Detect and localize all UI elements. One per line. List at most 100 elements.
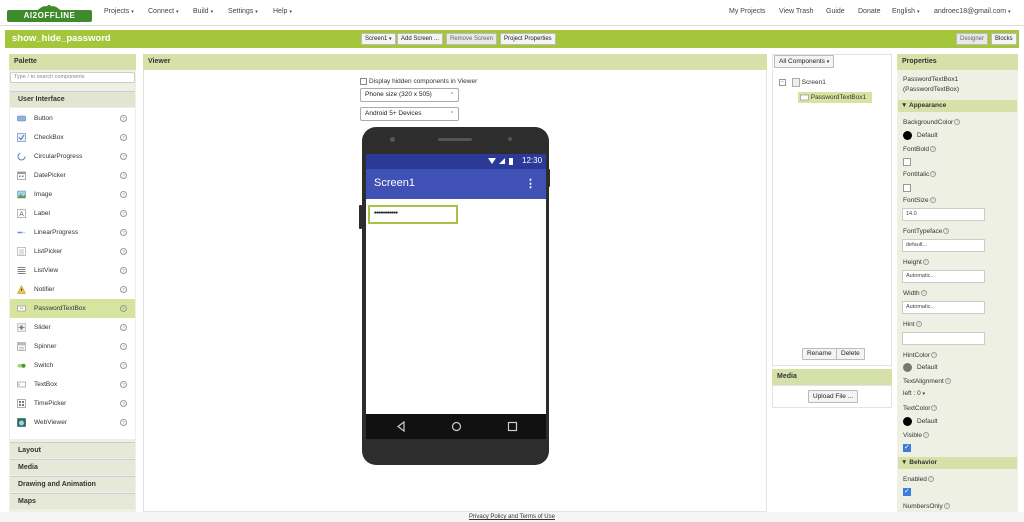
- section-drawing-and-animation[interactable]: Drawing and Animation: [10, 476, 135, 492]
- view-trash-link[interactable]: View Trash: [779, 8, 814, 15]
- help-icon[interactable]: ?: [120, 419, 127, 426]
- phone-screen[interactable]: 12:30 Screen1 ⋮ ••••••••••••: [366, 154, 546, 414]
- help-icon[interactable]: ?: [120, 362, 127, 369]
- tree-item-passwordtextbox1[interactable]: PasswordTextBox1: [798, 92, 872, 103]
- help-icon[interactable]: ?: [120, 172, 127, 179]
- visible-checkbox[interactable]: [903, 443, 911, 452]
- display-hidden-checkbox[interactable]: [360, 78, 367, 85]
- add-screen-button[interactable]: Add Screen ...: [397, 33, 444, 45]
- back-icon[interactable]: [396, 421, 406, 432]
- prop-textcolor-value[interactable]: Default: [917, 418, 938, 425]
- palette-item-timepicker[interactable]: TimePicker ?: [10, 394, 135, 413]
- palette-item-webviewer[interactable]: WebViewer ?: [10, 413, 135, 432]
- enabled-checkbox[interactable]: [903, 487, 911, 496]
- guide-link[interactable]: Guide: [826, 8, 845, 15]
- help-icon[interactable]: ?: [120, 286, 127, 293]
- home-icon[interactable]: [451, 421, 462, 432]
- palette-item-textbox[interactable]: TextBox ?: [10, 375, 135, 394]
- blocks-button[interactable]: Blocks: [991, 33, 1017, 45]
- help-icon[interactable]: ?: [954, 119, 961, 125]
- delete-button[interactable]: Delete: [836, 348, 865, 360]
- help-icon[interactable]: ?: [943, 503, 950, 509]
- section-behavior[interactable]: ▼ Behavior: [898, 457, 1017, 469]
- menu-build[interactable]: Build ▾: [193, 8, 213, 15]
- section-media[interactable]: Media: [10, 459, 135, 475]
- palette-item-label[interactable]: A Label ?: [10, 204, 135, 223]
- display-hidden-toggle[interactable]: Display hidden components in Viewer: [360, 78, 477, 85]
- palette-item-passwordtextbox[interactable]: ** PasswordTextBox ?: [10, 299, 135, 318]
- height-input[interactable]: Automatic...: [902, 270, 985, 283]
- help-icon[interactable]: ?: [120, 248, 127, 255]
- fontitalic-checkbox[interactable]: [903, 184, 911, 192]
- palette-item-datepicker[interactable]: DatePicker ?: [10, 166, 135, 185]
- palette-item-listview[interactable]: ListView ?: [10, 261, 135, 280]
- help-icon[interactable]: ?: [120, 191, 127, 198]
- help-icon[interactable]: ?: [943, 228, 950, 234]
- upload-file-button[interactable]: Upload File ...: [808, 390, 859, 403]
- phone-size-select[interactable]: Phone size (320 x 505) ⌃: [360, 88, 459, 102]
- palette-item-switch[interactable]: Switch ?: [10, 356, 135, 375]
- help-icon[interactable]: ?: [120, 115, 127, 122]
- section-appearance[interactable]: ▼ Appearance: [898, 100, 1017, 112]
- palette-item-linearprogress[interactable]: LinearProgress ?: [10, 223, 135, 242]
- collapse-icon[interactable]: −: [779, 79, 786, 86]
- menu-settings[interactable]: Settings ▾: [228, 8, 258, 15]
- palette-item-notifier[interactable]: Notifier ?: [10, 280, 135, 299]
- more-vert-icon[interactable]: ⋮: [525, 177, 536, 190]
- color-swatch-black[interactable]: [903, 131, 912, 140]
- section-user-interface[interactable]: User Interface: [10, 91, 135, 107]
- color-swatch-black[interactable]: [903, 417, 912, 426]
- palette-item-circularprogress[interactable]: CircularProgress ?: [10, 147, 135, 166]
- help-icon[interactable]: ?: [120, 267, 127, 274]
- help-icon[interactable]: ?: [922, 259, 929, 265]
- help-icon[interactable]: ?: [944, 378, 951, 384]
- help-icon[interactable]: ?: [929, 197, 936, 203]
- color-swatch-gray[interactable]: [903, 363, 912, 372]
- remove-screen-button[interactable]: Remove Screen: [446, 33, 498, 45]
- help-icon[interactable]: ?: [930, 171, 937, 177]
- palette-search-input[interactable]: Type / to search components: [10, 72, 135, 83]
- help-icon[interactable]: ?: [120, 153, 127, 160]
- account-menu[interactable]: androec18@gmail.com ▾: [934, 8, 1011, 15]
- fontsize-input[interactable]: 14.0: [902, 208, 985, 221]
- palette-item-slider[interactable]: Slider ?: [10, 318, 135, 337]
- rename-button[interactable]: Rename: [802, 348, 837, 360]
- help-icon[interactable]: ?: [930, 146, 937, 152]
- help-icon[interactable]: ?: [923, 432, 930, 438]
- app-logo[interactable]: AI2OFFLINE: [7, 3, 92, 23]
- textalignment-select[interactable]: left : 0 ▾: [903, 390, 925, 397]
- help-icon[interactable]: ?: [120, 134, 127, 141]
- prop-backgroundcolor-value[interactable]: Default: [917, 132, 938, 139]
- palette-item-checkbox[interactable]: CheckBox ?: [10, 128, 135, 147]
- help-icon[interactable]: ?: [120, 343, 127, 350]
- language-menu[interactable]: English ▾: [892, 8, 919, 15]
- help-icon[interactable]: ?: [120, 381, 127, 388]
- help-icon[interactable]: ?: [120, 324, 127, 331]
- designer-button[interactable]: Designer: [956, 33, 989, 45]
- password-textbox-preview[interactable]: ••••••••••••: [368, 205, 458, 224]
- width-input[interactable]: Automatic...: [902, 301, 985, 314]
- recents-icon[interactable]: [507, 421, 518, 432]
- section-layout[interactable]: Layout: [10, 442, 135, 458]
- fonttypeface-input[interactable]: default...: [902, 239, 985, 252]
- prop-hintcolor-value[interactable]: Default: [917, 364, 938, 371]
- menu-connect[interactable]: Connect ▾: [148, 8, 179, 15]
- my-projects-link[interactable]: My Projects: [729, 8, 766, 15]
- help-icon[interactable]: ?: [120, 229, 127, 236]
- help-icon[interactable]: ?: [120, 400, 127, 407]
- project-properties-button[interactable]: Project Properties: [500, 33, 556, 45]
- screen-select-button[interactable]: Screen1 ▾: [361, 33, 396, 45]
- help-icon[interactable]: ?: [920, 290, 927, 296]
- fontbold-checkbox[interactable]: [903, 158, 911, 166]
- help-icon[interactable]: ?: [931, 352, 938, 358]
- palette-item-listpicker[interactable]: ListPicker ?: [10, 242, 135, 261]
- donate-link[interactable]: Donate: [858, 8, 881, 15]
- android-version-select[interactable]: Android 5+ Devices ⌃: [360, 107, 459, 121]
- palette-item-button[interactable]: Button ?: [10, 109, 135, 128]
- menu-projects[interactable]: Projects ▾: [104, 8, 134, 15]
- palette-item-spinner[interactable]: Spinner ?: [10, 337, 135, 356]
- all-components-select[interactable]: All Components ▾: [774, 55, 835, 68]
- help-icon[interactable]: ?: [927, 476, 934, 482]
- help-icon[interactable]: ?: [120, 210, 127, 217]
- hint-input[interactable]: [902, 332, 985, 345]
